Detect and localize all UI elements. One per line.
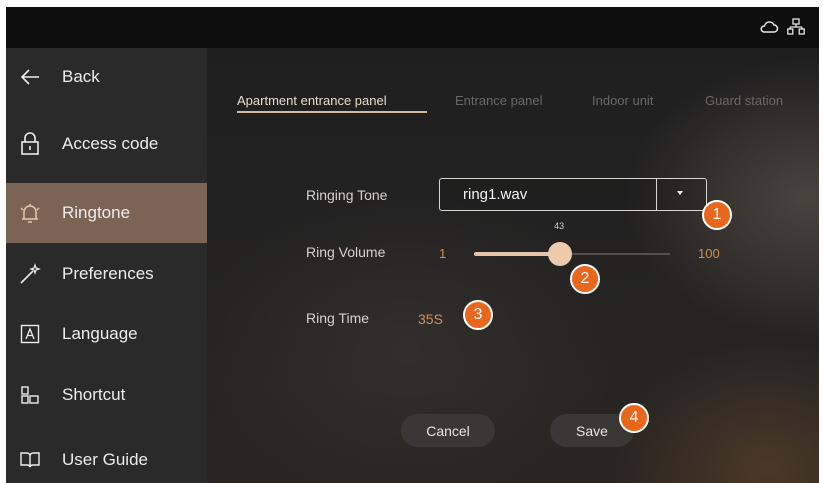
- ring-time-value[interactable]: 35S: [418, 311, 443, 327]
- sidebar-item-shortcut[interactable]: Shortcut: [6, 366, 207, 424]
- sidebar-item-label: Shortcut: [62, 385, 126, 404]
- shortcut-icon: [18, 383, 42, 407]
- volume-min: 1: [439, 246, 447, 261]
- callout-badge-4: 4: [619, 403, 649, 433]
- ringing-tone-select[interactable]: ring1.wav: [439, 178, 707, 211]
- ringing-tone-label: Ringing Tone: [306, 187, 388, 203]
- callout-badge-2: 2: [570, 264, 600, 294]
- device-screen: Back Access code Ringtone Preferences La…: [6, 7, 819, 483]
- ringtone-settings-panel: Apartment entrance panel Entrance panel …: [207, 48, 819, 483]
- sidebar-item-label: Back: [62, 67, 100, 86]
- sidebar-item-language[interactable]: Language: [6, 305, 207, 363]
- language-icon: [18, 322, 42, 346]
- chevron-down-icon[interactable]: [674, 186, 686, 204]
- cancel-button[interactable]: Cancel: [401, 414, 495, 447]
- tab-apartment-entrance-panel[interactable]: Apartment entrance panel: [237, 93, 387, 108]
- sidebar-item-label: Ringtone: [62, 203, 131, 222]
- settings-sidebar: Back Access code Ringtone Preferences La…: [6, 48, 207, 483]
- sidebar-item-label: Access code: [62, 134, 159, 153]
- tab-guard-station[interactable]: Guard station: [705, 93, 783, 108]
- tab-indoor-unit[interactable]: Indoor unit: [592, 93, 653, 108]
- active-tab-indicator: [237, 111, 427, 113]
- sidebar-item-label: Preferences: [62, 264, 154, 283]
- ring-volume-label: Ring Volume: [306, 244, 386, 260]
- sidebar-item-label: Language: [62, 324, 138, 343]
- callout-badge-1: 1: [702, 200, 732, 230]
- magic-wand-icon: [18, 262, 42, 286]
- back-arrow-icon: [18, 65, 42, 89]
- sidebar-item-preferences[interactable]: Preferences: [6, 245, 207, 303]
- ring-time-label: Ring Time: [306, 310, 370, 326]
- sidebar-item-label: User Guide: [62, 450, 148, 469]
- network-icon: [787, 18, 805, 41]
- tab-entrance-panel[interactable]: Entrance panel: [455, 93, 542, 108]
- book-icon: [18, 448, 42, 472]
- cloud-icon: [759, 18, 779, 41]
- ringing-tone-value: ring1.wav: [463, 186, 528, 203]
- sidebar-item-back[interactable]: Back: [6, 48, 207, 106]
- bell-icon: [18, 201, 42, 225]
- select-divider: [656, 179, 657, 210]
- sidebar-item-user-guide[interactable]: User Guide: [6, 431, 207, 483]
- volume-current-value: 43: [554, 221, 565, 231]
- sidebar-item-ringtone[interactable]: Ringtone: [6, 183, 207, 243]
- volume-max: 100: [698, 246, 720, 261]
- callout-badge-3: 3: [463, 300, 493, 330]
- lock-icon: [18, 132, 42, 156]
- status-bar: [6, 7, 819, 48]
- sidebar-item-access-code[interactable]: Access code: [6, 115, 207, 173]
- volume-slider-handle[interactable]: [548, 242, 573, 266]
